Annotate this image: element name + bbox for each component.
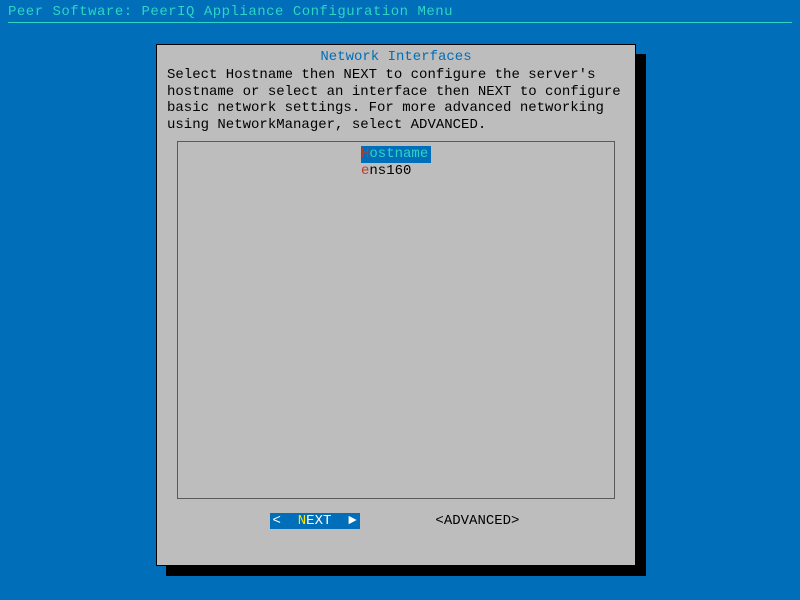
button-row: < NEXT ► <ADVANCED>: [167, 513, 625, 529]
dialog-instructions: Select Hostname then NEXT to configure t…: [167, 67, 625, 133]
list-item-ens160[interactable]: ens160: [361, 163, 431, 180]
hotkey-letter: A: [444, 513, 452, 529]
app-header-text: Peer Software: PeerIQ Appliance Configur…: [8, 4, 453, 20]
list-item-hostname[interactable]: Hostname: [361, 146, 431, 163]
network-interfaces-dialog: Network Interfaces Select Hostname then …: [156, 44, 636, 566]
list-item-label: ostname: [369, 146, 428, 162]
interface-list[interactable]: Hostname ens160: [177, 141, 615, 499]
dialog-title: Network Interfaces: [167, 49, 625, 65]
next-button[interactable]: < NEXT ►: [270, 513, 360, 529]
header-rule: [8, 22, 792, 23]
arrow-right-icon: ►: [348, 513, 356, 529]
app-header: Peer Software: PeerIQ Appliance Configur…: [0, 0, 800, 27]
list-item-label: ns160: [369, 163, 411, 179]
advanced-button[interactable]: <ADVANCED>: [432, 513, 522, 529]
hotkey-letter: N: [298, 513, 306, 529]
